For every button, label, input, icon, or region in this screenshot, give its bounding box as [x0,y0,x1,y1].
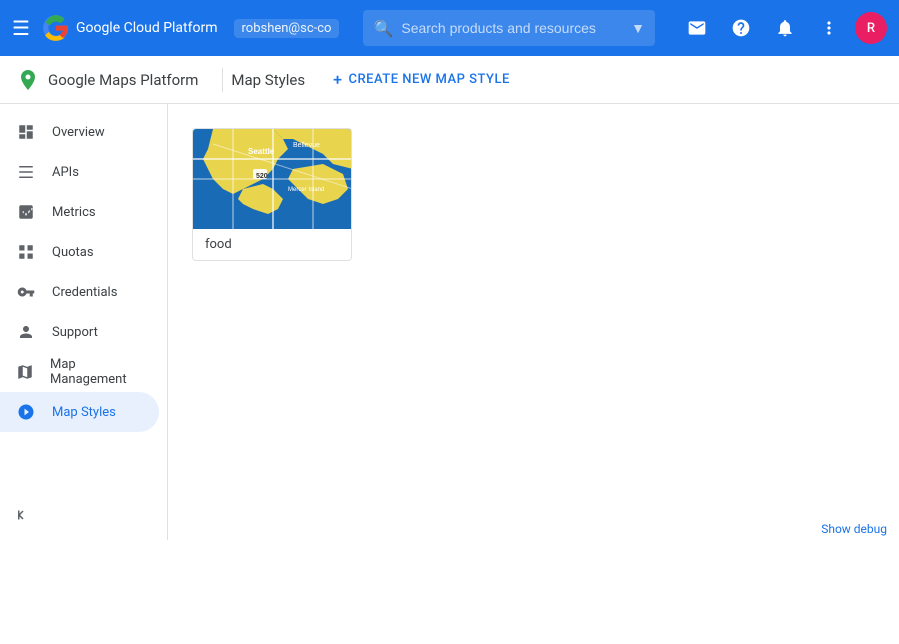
create-btn-label: CREATE NEW MAP STYLE [348,72,509,87]
sidebar-item-support[interactable]: Support [0,312,159,352]
topbar-logo: Google Cloud Platform [42,14,218,42]
sidebar-label-map-styles: Map Styles [52,405,116,420]
svg-text:520: 520 [256,173,268,180]
cloud-logo-icon [42,14,70,42]
sidebar-item-metrics[interactable]: Metrics [0,192,159,232]
sidebar-item-credentials[interactable]: Credentials [0,272,159,312]
sidebar-label-map-management: Map Management [50,357,143,387]
avatar[interactable]: R [855,12,887,44]
topbar: ☰ Google Cloud Platform robshen@sc-co 🔍 … [0,0,899,56]
map-style-card-food[interactable]: Seattle Bellevue Mercer Island 520 food [192,128,352,261]
add-icon: + [333,70,342,89]
menu-icon[interactable]: ☰ [12,16,30,40]
subheader: Google Maps Platform Map Styles + CREATE… [0,56,899,104]
map-thumbnail: Seattle Bellevue Mercer Island 520 [193,129,352,229]
metrics-icon [16,203,36,221]
overview-icon [16,123,36,141]
sidebar: Overview APIs Metrics Quotas Credentials [0,104,168,540]
search-input[interactable] [401,20,623,36]
subheader-logo: Google Maps Platform [0,68,214,92]
sidebar-label-overview: Overview [52,125,105,140]
map-preview-svg: Seattle Bellevue Mercer Island 520 [193,129,352,229]
app-title: Google Maps Platform [48,71,198,89]
support-icon [16,323,36,341]
notifications-button[interactable] [767,10,803,46]
svg-text:Bellevue: Bellevue [293,142,320,149]
maps-logo-icon [16,68,40,92]
search-icon: 🔍 [373,19,393,38]
svg-text:Seattle: Seattle [248,147,275,156]
apis-icon [16,163,36,181]
map-management-icon [16,363,34,381]
more-options-button[interactable] [811,10,847,46]
sidebar-label-metrics: Metrics [52,205,96,220]
sidebar-item-overview[interactable]: Overview [0,112,159,152]
sidebar-collapse-button[interactable] [12,506,30,528]
sidebar-item-map-styles[interactable]: Map Styles [0,392,159,432]
sidebar-label-quotas: Quotas [52,245,94,260]
credentials-icon [16,283,36,301]
debug-bar[interactable]: Show debug [809,518,899,540]
svg-text:Mercer Island: Mercer Island [288,187,324,193]
map-card-label: food [193,229,351,260]
sidebar-item-quotas[interactable]: Quotas [0,232,159,272]
sidebar-label-apis: APIs [52,165,79,180]
help-button[interactable] [723,10,759,46]
sidebar-label-credentials: Credentials [52,285,117,300]
main-layout: Overview APIs Metrics Quotas Credentials [0,104,899,540]
sidebar-item-map-management[interactable]: Map Management [0,352,159,392]
email-button[interactable] [679,10,715,46]
search-dropdown-icon[interactable]: ▼ [631,20,645,37]
subheader-divider [222,68,223,92]
sidebar-label-support: Support [52,325,98,340]
search-bar[interactable]: 🔍 ▼ [363,10,655,46]
topbar-title: Google Cloud Platform [76,20,218,36]
quotas-icon [16,243,36,261]
map-styles-icon [16,403,36,421]
sidebar-item-apis[interactable]: APIs [0,152,159,192]
debug-label: Show debug [821,522,887,536]
main-content: Seattle Bellevue Mercer Island 520 food [168,104,899,540]
topbar-actions: R [679,10,887,46]
create-new-map-style-button[interactable]: + CREATE NEW MAP STYLE [321,64,522,95]
topbar-account[interactable]: robshen@sc-co [234,19,340,38]
page-title: Map Styles [231,71,305,89]
